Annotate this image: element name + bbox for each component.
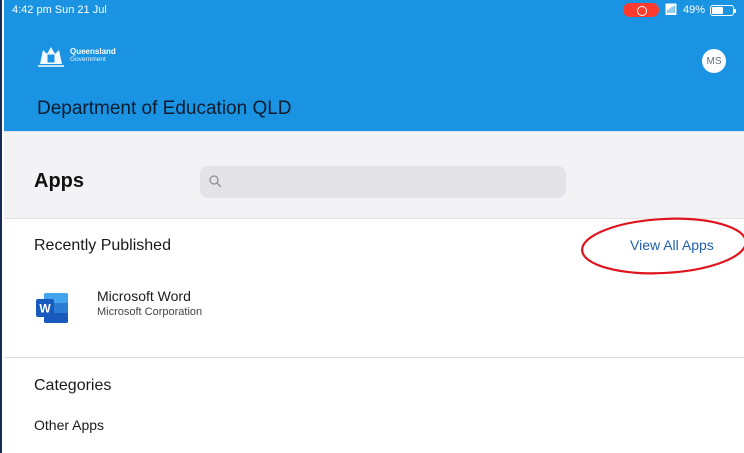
recently-published-heading: Recently Published [34, 237, 171, 254]
search-icon [209, 175, 222, 188]
logo-text-line1: Queensland [70, 47, 116, 56]
apps-toolbar: Apps [4, 131, 744, 219]
search-box[interactable] [200, 166, 566, 198]
app-window: 4:42 pm Sun 21 Jul 📶︎ 49% Queensland Gov… [0, 0, 744, 453]
status-indicators: 📶︎ 49% [623, 3, 736, 17]
app-vendor: Microsoft Corporation [97, 306, 203, 318]
microsoft-word-icon: W [36, 293, 68, 323]
user-avatar[interactable]: MS [702, 49, 726, 73]
battery-icon [710, 4, 736, 16]
status-time: 4:42 pm Sun 21 Jul [12, 4, 107, 16]
queensland-government-logo: Queensland Government [36, 44, 116, 68]
annotation-ellipse [581, 217, 744, 275]
app-name: Microsoft Word [97, 288, 191, 304]
page-title: Department of Education QLD [37, 98, 292, 119]
app-header: 4:42 pm Sun 21 Jul 📶︎ 49% Queensland Gov… [4, 0, 744, 131]
wifi-icon: 📶︎ [664, 4, 678, 16]
search-input[interactable] [228, 166, 558, 198]
section-divider [4, 357, 744, 358]
categories-heading: Categories [34, 377, 112, 394]
coat-of-arms-icon [38, 47, 64, 67]
category-item-other-apps[interactable]: Other Apps [34, 417, 104, 433]
list-item-app[interactable]: W Microsoft Word Microsoft Corporation [4, 285, 744, 341]
logo-text-line2: Government [70, 56, 106, 63]
apps-heading: Apps [34, 170, 84, 192]
svg-text:W: W [39, 302, 51, 316]
battery-percentage: 49% [682, 4, 705, 16]
status-bar: 4:42 pm Sun 21 Jul 📶︎ 49% [12, 2, 738, 18]
screen-recording-icon[interactable] [623, 3, 659, 17]
